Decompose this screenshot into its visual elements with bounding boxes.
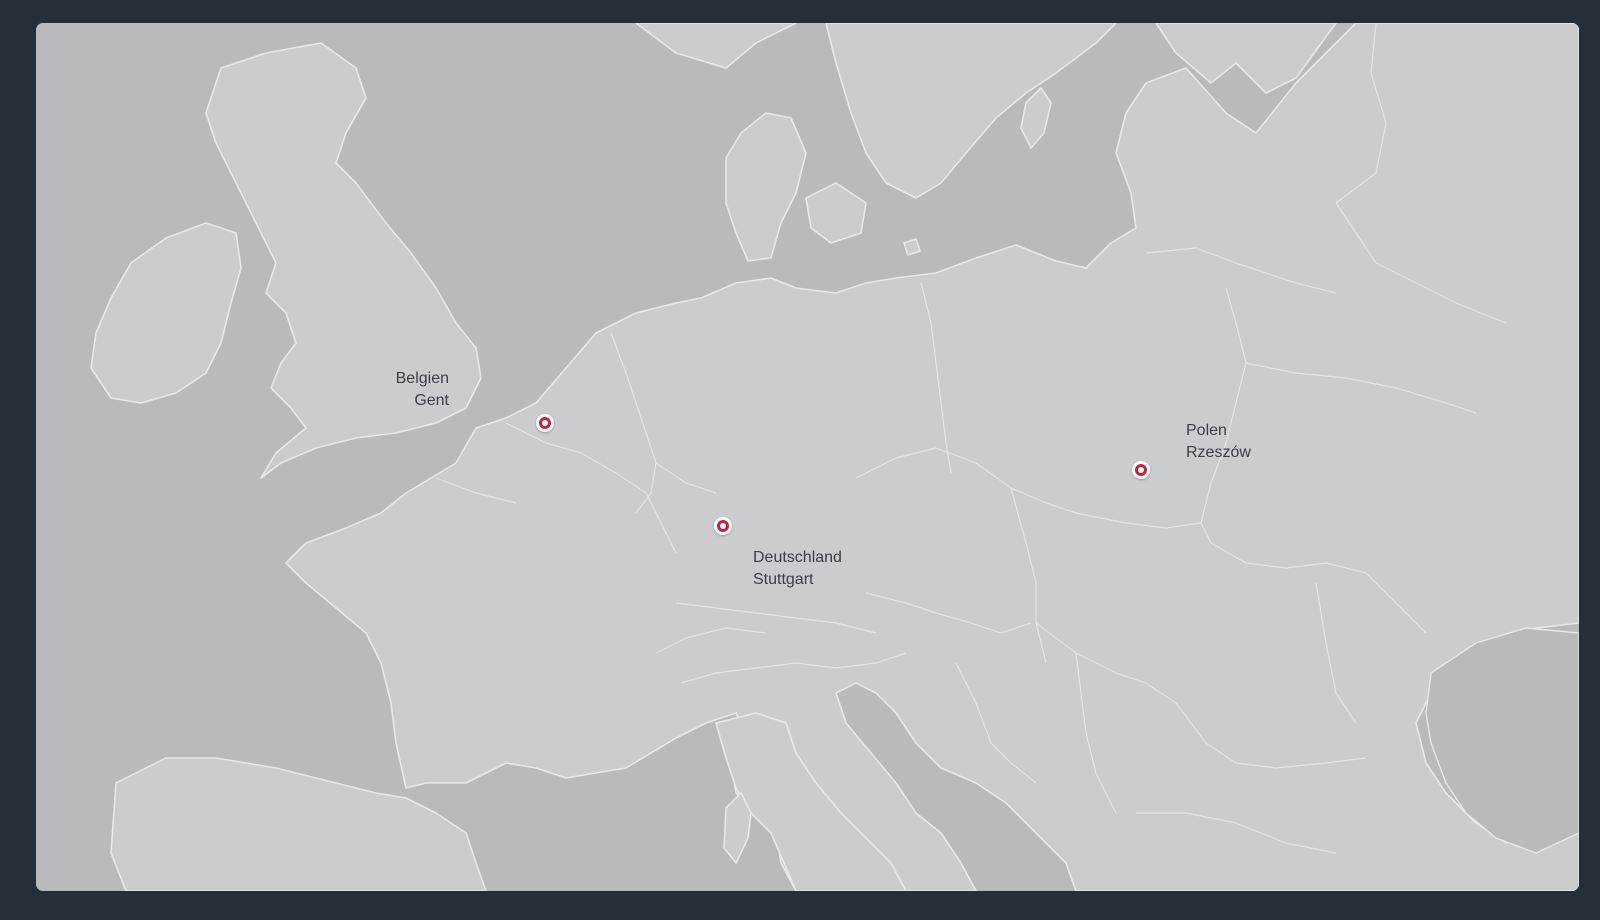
location-pin-icon[interactable] [536,414,554,432]
location-pin-icon[interactable] [1132,461,1150,479]
landmass-great-britain [205,42,482,479]
landmass-denmark [725,112,867,262]
europe-basemap [90,23,1579,891]
landmass-gotland [1020,87,1052,149]
marker-core [1138,467,1144,473]
landmass-bornholm [903,238,921,256]
marker-core [720,523,726,529]
landmass-ireland [90,222,242,404]
location-city: Stuttgart [753,571,814,588]
location-country: Deutschland [753,549,842,566]
location-pin-icon[interactable] [714,517,732,535]
location-label-gent: Belgien Gent [376,368,449,412]
landmass-corsica [723,792,752,864]
location-country: Belgien [395,370,449,387]
marker-core [542,420,548,426]
location-city: Rzeszów [1186,444,1251,461]
location-label-rzeszow: Polen Rzeszów [1186,420,1251,464]
map-container[interactable]: Belgien Gent Deutschland Stuttgart Polen… [36,23,1579,891]
location-label-stuttgart: Deutschland Stuttgart [753,547,842,591]
location-country: Polen [1186,422,1227,439]
location-city: Gent [414,392,449,409]
